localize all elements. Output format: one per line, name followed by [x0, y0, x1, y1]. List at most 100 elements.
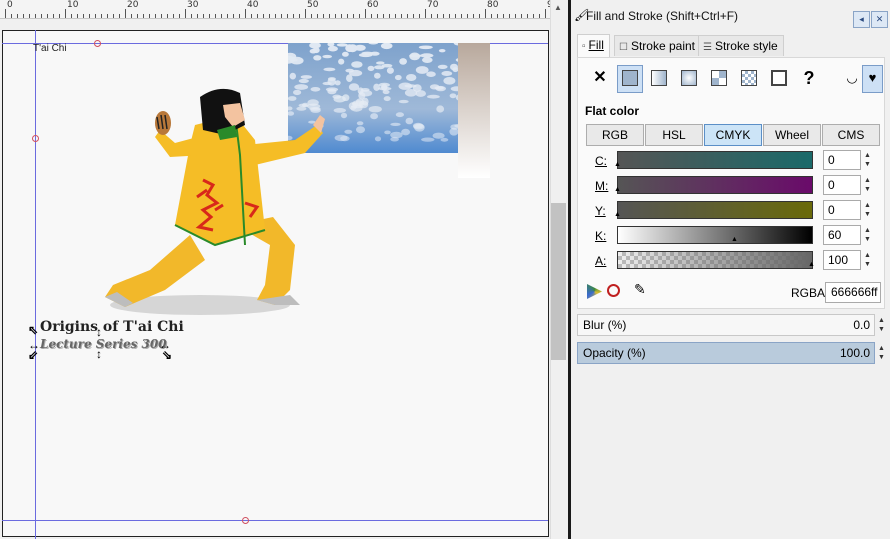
cloud-puff: [394, 74, 402, 81]
nonzero-icon[interactable]: ♥: [862, 65, 883, 93]
ruler-tick: [35, 14, 36, 18]
channel-m-label: M:: [595, 179, 609, 193]
selection-handle-bottom-left[interactable]: ⇙: [28, 349, 38, 361]
cloud-puff: [333, 108, 346, 113]
ruler-tick: [275, 14, 276, 18]
panel-titlebar: 🖌 Fill and Stroke (Shift+Ctrl+F) ◂ ✕: [571, 4, 890, 28]
cloud-puff: [312, 47, 320, 54]
ruler-tick: [131, 14, 132, 18]
spin-arrows-icon[interactable]: ▲ ▼: [864, 226, 873, 244]
blur-spin-arrows-icon[interactable]: ▲ ▼: [878, 316, 887, 334]
dock-arrow-icon[interactable]: ◂: [853, 11, 870, 28]
channel-m-input[interactable]: 0: [823, 175, 861, 195]
radial-gradient-icon[interactable]: [677, 66, 701, 90]
channel-c-input[interactable]: 0: [823, 150, 861, 170]
tai-chi-figure[interactable]: [95, 85, 325, 325]
cloud-puff: [338, 58, 345, 65]
evenodd-icon[interactable]: ◡: [840, 66, 864, 90]
horizontal-ruler[interactable]: 0102030405060708090: [0, 0, 558, 19]
pattern-icon[interactable]: [707, 66, 731, 90]
spin-arrows-icon[interactable]: ▲ ▼: [864, 176, 873, 194]
mode-cmyk-button[interactable]: CMYK: [704, 124, 762, 146]
mode-hsl-button[interactable]: HSL: [645, 124, 703, 146]
guide-anchor[interactable]: [32, 135, 39, 142]
channel-y-slider[interactable]: [617, 201, 813, 219]
canvas-area[interactable]: 0102030405060708090 T'ai Chi: [0, 0, 570, 539]
ruler-tick: [149, 14, 150, 18]
gradient-rectangle[interactable]: [458, 43, 490, 178]
ruler-tick: [263, 14, 264, 18]
tab-stroke-style[interactable]: ☰ Stroke style: [698, 35, 784, 56]
guide-vertical-left[interactable]: [35, 30, 36, 539]
color-picker-icon[interactable]: ✎: [634, 281, 646, 298]
channel-c-slider[interactable]: [617, 151, 813, 169]
cloud-puff: [334, 134, 348, 142]
tab-fill[interactable]: ▫ Fill: [577, 34, 610, 57]
ruler-tick: [365, 9, 366, 18]
spin-arrows-icon[interactable]: ▲ ▼: [864, 201, 873, 219]
mode-wheel-button[interactable]: Wheel: [763, 124, 821, 146]
spin-arrows-icon[interactable]: ▲ ▼: [864, 151, 873, 169]
ruler-tick: [179, 14, 180, 18]
no-paint-icon[interactable]: ✕: [588, 66, 612, 90]
guide-horizontal-bottom[interactable]: [2, 520, 548, 521]
ruler-tick: [407, 14, 408, 18]
swatch-icon[interactable]: [737, 66, 761, 90]
channel-m-slider[interactable]: [617, 176, 813, 194]
cloud-puff: [409, 52, 421, 61]
cloud-puff: [436, 105, 445, 113]
ruler-number: 70: [427, 0, 439, 10]
scroll-up-icon[interactable]: ▲: [554, 3, 562, 12]
ruler-number: 0: [7, 0, 13, 10]
flat-color-icon[interactable]: [617, 65, 643, 93]
blur-slider[interactable]: Blur (%) 0.0: [577, 314, 875, 336]
ruler-tick: [383, 14, 384, 18]
panel-tabs: ▫ Fill ☐ Stroke paint ☰ Stroke style: [577, 34, 887, 57]
selection-handle-top-left[interactable]: ⇖: [28, 324, 38, 336]
ruler-tick: [53, 14, 54, 18]
linear-gradient-icon[interactable]: [647, 66, 671, 90]
cloud-puff: [399, 58, 407, 65]
guide-anchor[interactable]: [242, 517, 249, 524]
subtitle-text[interactable]: Lecture Series 300: [40, 337, 167, 351]
opacity-spin-arrows-icon[interactable]: ▲ ▼: [878, 344, 887, 362]
channel-y-input[interactable]: 0: [823, 200, 861, 220]
rgba-label: RGBA:: [791, 286, 829, 300]
channel-a-input[interactable]: 100: [823, 250, 861, 270]
ruler-tick: [107, 14, 108, 18]
cloud-puff: [422, 57, 433, 63]
selection-handle-bottom-right[interactable]: ⇘: [162, 349, 172, 361]
guide-anchor[interactable]: [94, 40, 101, 47]
mode-rgb-button[interactable]: RGB: [586, 124, 644, 146]
selection-handle-top[interactable]: ↕: [96, 326, 102, 338]
vertical-scrollbar[interactable]: ▲: [550, 0, 567, 539]
spin-arrows-icon[interactable]: ▲ ▼: [864, 251, 873, 269]
slider-marker-icon: ▲: [614, 186, 621, 193]
ruler-tick: [389, 14, 390, 18]
mode-cms-button[interactable]: CMS: [822, 124, 880, 146]
cloud-puff: [298, 78, 309, 84]
ruler-tick: [71, 14, 72, 18]
ruler-tick: [527, 14, 528, 18]
cloud-puff: [383, 96, 391, 102]
channel-a-slider[interactable]: [617, 251, 813, 269]
ruler-tick: [545, 9, 546, 18]
ruler-tick: [89, 14, 90, 18]
unset-paint-icon[interactable]: [767, 66, 791, 90]
ruler-tick: [479, 14, 480, 18]
cloud-puff: [381, 83, 388, 91]
cloud-puff: [413, 123, 425, 130]
rgba-input[interactable]: 666666ff: [825, 282, 881, 303]
tab-stroke-paint[interactable]: ☐ Stroke paint: [614, 35, 702, 56]
scrollbar-thumb[interactable]: [551, 203, 566, 360]
ruler-tick: [497, 14, 498, 18]
channel-k-slider[interactable]: [617, 226, 813, 244]
opacity-slider[interactable]: Opacity (%) 100.0: [577, 342, 875, 364]
title-text[interactable]: Origins of T'ai Chi: [40, 319, 184, 335]
ruler-tick: [137, 14, 138, 18]
out-of-gamut-icon[interactable]: [607, 284, 620, 297]
channel-k-input[interactable]: 60: [823, 225, 861, 245]
close-icon[interactable]: ✕: [871, 11, 888, 28]
unknown-paint-icon[interactable]: ?: [797, 66, 821, 90]
selection-handle-bottom[interactable]: ↕: [96, 348, 102, 360]
